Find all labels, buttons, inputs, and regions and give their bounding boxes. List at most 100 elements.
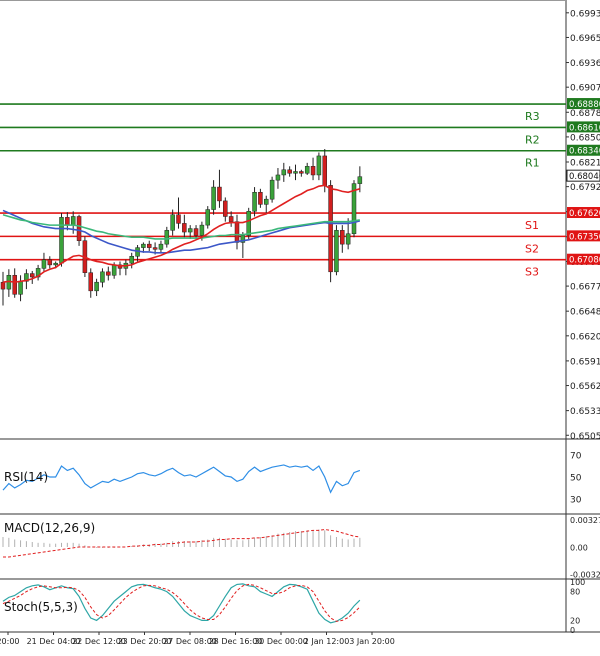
candle-bullish xyxy=(187,228,193,233)
level-price-label: 0.67080 xyxy=(569,256,600,266)
current-price-label: 0.68046 xyxy=(569,172,600,182)
level-price-label: 0.67620 xyxy=(569,209,600,219)
candle-bullish xyxy=(100,271,105,283)
candle-bearish xyxy=(106,271,111,276)
rsi-tick-label: 70 xyxy=(570,452,582,462)
price-tick-label: 0.69935 xyxy=(570,9,600,19)
candle-bullish xyxy=(281,169,287,176)
candle-bearish xyxy=(258,192,263,205)
price-tick-label: 0.69075 xyxy=(570,84,600,94)
level-name-s3: S3 xyxy=(525,266,539,279)
candle-bullish xyxy=(304,166,310,174)
level-price-label: 0.67350 xyxy=(569,232,600,242)
chart-canvas: 0.69935 0.69650 0.69360 0.69075 0.68785 0.685… xyxy=(0,0,600,646)
candle-bearish xyxy=(328,185,333,273)
candle-bullish xyxy=(141,243,146,248)
level-name-s2: S2 xyxy=(525,242,539,255)
candle-bearish xyxy=(12,275,17,295)
candle-bullish xyxy=(111,264,117,276)
macd-label: MACD(12,26,9) xyxy=(4,521,95,535)
candle-bullish xyxy=(293,171,298,174)
candle-bearish xyxy=(228,216,234,222)
price-tick-label: 0.66775 xyxy=(570,283,600,293)
price-tick-label: 0.65910 xyxy=(570,357,600,367)
candle-bullish xyxy=(334,230,339,273)
candle-bullish xyxy=(170,214,175,231)
price-tick-label: 0.68785 xyxy=(570,109,600,119)
candle-bearish xyxy=(88,272,93,292)
stoch-tick-label: 20 xyxy=(570,616,580,625)
candle-bullish xyxy=(357,176,363,184)
candle-bearish xyxy=(30,273,35,278)
price-tick-label: 0.67925 xyxy=(570,183,600,193)
candle-bullish xyxy=(252,192,257,212)
candle-bullish xyxy=(59,217,64,264)
candle-bullish xyxy=(211,186,216,210)
candle-bearish xyxy=(65,217,70,226)
time-tick-label: 20:00 xyxy=(0,637,20,646)
price-tick-label: 0.68500 xyxy=(570,133,600,143)
level-name-r3: R3 xyxy=(525,110,540,123)
level-price-label: 0.68340 xyxy=(569,147,600,157)
candle-bearish xyxy=(152,247,158,250)
candle-bearish xyxy=(299,171,304,174)
candle-bullish xyxy=(246,211,251,236)
candle-bearish xyxy=(0,281,6,290)
candle-bullish xyxy=(18,281,23,295)
candle-bullish xyxy=(53,262,58,266)
level-name-r2: R2 xyxy=(525,133,540,146)
moving-average-fast-line xyxy=(2,184,361,284)
candle-bearish xyxy=(147,243,152,248)
level-price-label: 0.68880 xyxy=(569,100,600,110)
level-name-s1: S1 xyxy=(525,219,539,232)
time-tick-label: 3 Jan 20:00 xyxy=(349,637,395,646)
candle-bullish xyxy=(275,174,281,181)
candle-bullish xyxy=(345,233,351,245)
stoch-tick-label: 0 xyxy=(570,626,575,635)
time-tick-label: 30 Dec 00:00 xyxy=(254,637,308,646)
candle-bullish xyxy=(269,179,275,200)
level-price-label: 0.68610 xyxy=(569,123,600,133)
candle-bearish xyxy=(217,186,222,202)
candle-bullish xyxy=(316,155,322,176)
candle-bearish xyxy=(193,228,199,236)
macd-tick-label: 0.00 xyxy=(570,544,588,553)
stoch-label: Stoch(5,5,3) xyxy=(4,600,78,614)
candle-bullish xyxy=(205,209,210,226)
price-tick-label: 0.65335 xyxy=(570,407,600,417)
price-tick-label: 0.68210 xyxy=(570,158,600,168)
candle-bullish xyxy=(264,198,269,205)
stoch-tick-label: 80 xyxy=(570,588,580,597)
candle-bullish xyxy=(158,243,164,250)
candle-bearish xyxy=(76,216,82,241)
candle-bullish xyxy=(199,224,205,236)
candle-bearish xyxy=(182,223,187,233)
candle-bearish xyxy=(234,221,240,243)
candle-bearish xyxy=(223,200,228,217)
price-tick-label: 0.69650 xyxy=(570,34,600,44)
macd-tick-label: 0.003275 xyxy=(570,516,600,525)
candle-bearish xyxy=(176,214,181,224)
candle-bearish xyxy=(340,230,345,245)
candle-bullish xyxy=(164,230,170,245)
time-tick-label: 2 Jan 12:00 xyxy=(304,637,350,646)
rsi-tick-label: 50 xyxy=(570,474,582,484)
price-tick-label: 0.66200 xyxy=(570,332,600,342)
rsi-line xyxy=(2,464,361,494)
moving-average-slow-line xyxy=(2,209,361,254)
price-tick-label: 0.66485 xyxy=(570,308,600,318)
moving-average-mid-line xyxy=(2,213,360,240)
price-tick-label: 0.65050 xyxy=(570,432,600,442)
candle-bearish xyxy=(47,259,53,266)
price-tick-label: 0.65625 xyxy=(570,382,600,392)
candle-bearish xyxy=(310,166,316,176)
candle-bearish xyxy=(287,169,292,174)
rsi-label: RSI(14) xyxy=(4,470,48,484)
candle-bullish xyxy=(129,256,134,264)
candle-bullish xyxy=(41,259,47,269)
candle-bearish xyxy=(322,155,327,186)
price-tick-label: 0.69360 xyxy=(570,59,600,69)
candle-bullish xyxy=(94,281,99,292)
candle-bullish xyxy=(70,216,76,226)
rsi-tick-label: 30 xyxy=(570,495,582,505)
